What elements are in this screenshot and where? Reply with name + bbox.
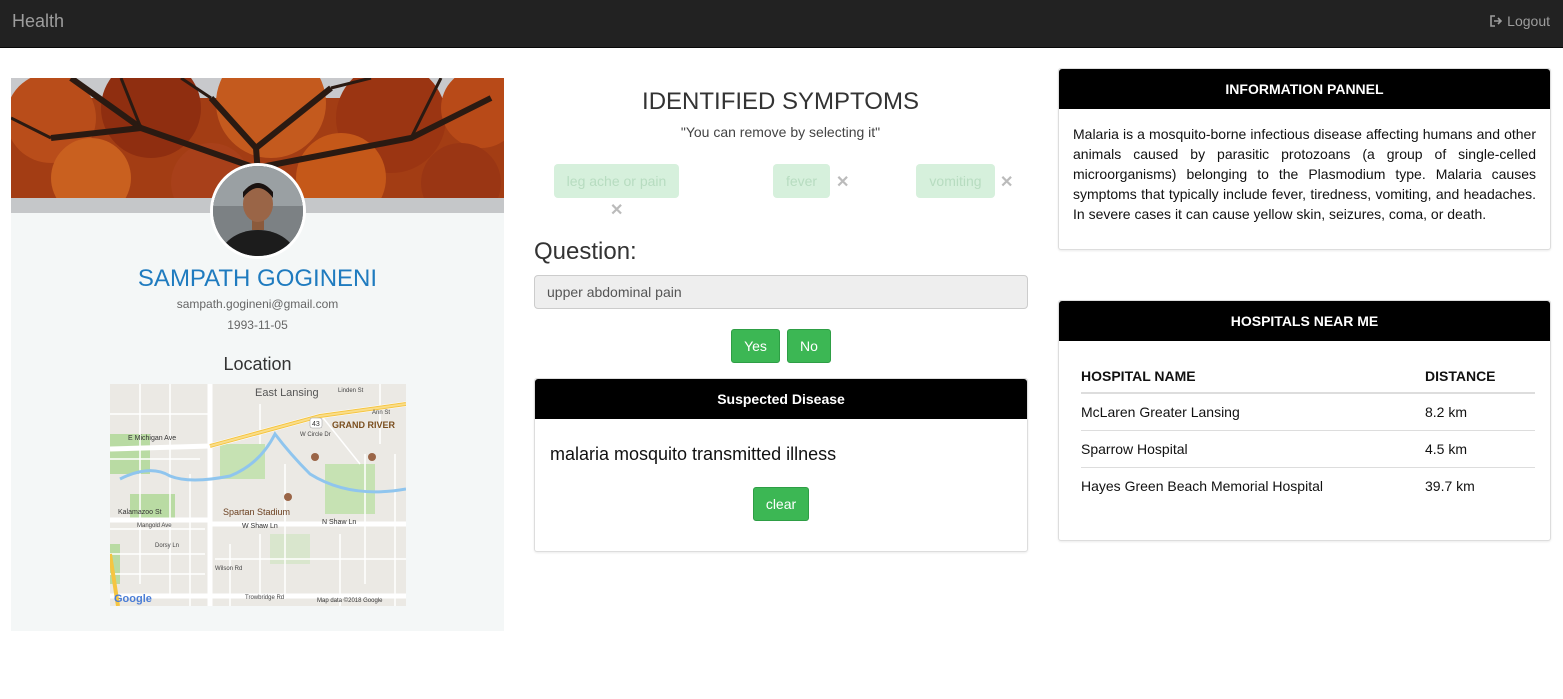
svg-text:Dorsy Ln: Dorsy Ln	[155, 543, 179, 549]
hospitals-panel: HOSPITALS NEAR ME HOSPITAL NAME DISTANCE…	[1058, 300, 1551, 541]
route-badge: 43	[312, 421, 320, 428]
close-icon[interactable]: ✕	[1000, 172, 1013, 192]
hospital-name: Hayes Green Beach Memorial Hospital	[1081, 477, 1323, 494]
svg-text:GRAND RIVER: GRAND RIVER	[332, 420, 396, 430]
profile-card: SAMPATH GOGINENI sampath.gogineni@gmail.…	[11, 78, 504, 631]
information-panel-title: INFORMATION PANNEL	[1059, 69, 1550, 109]
hospitals-table: HOSPITAL NAME DISTANCE McLaren Greater L…	[1081, 359, 1535, 504]
close-icon[interactable]: ✕	[610, 200, 623, 220]
location-title: Location	[223, 354, 292, 374]
profile-name: SAMPATH GOGINENI	[137, 265, 378, 292]
google-logo: Google	[114, 593, 152, 605]
suspected-disease-title: Suspected Disease	[535, 379, 1027, 419]
avatar	[210, 163, 306, 259]
logout-link[interactable]: Logout	[1489, 13, 1550, 29]
svg-text:N Shaw Ln: N Shaw Ln	[322, 519, 356, 526]
hospital-name: Sparrow Hospital	[1081, 430, 1425, 468]
profile-email: sampath.gogineni@gmail.com	[176, 297, 339, 311]
suspected-disease-panel: Suspected Disease malaria mosquito trans…	[534, 378, 1028, 552]
svg-text:Mangold Ave: Mangold Ave	[137, 523, 172, 529]
column-header-hospital-name: HOSPITAL NAME	[1081, 359, 1425, 394]
clear-button[interactable]: clear	[753, 487, 809, 521]
svg-text:Linden St: Linden St	[338, 388, 364, 394]
no-button[interactable]: No	[787, 329, 831, 363]
hospital-name: McLaren Greater Lansing	[1081, 393, 1425, 431]
yes-button[interactable]: Yes	[731, 329, 780, 363]
information-panel: INFORMATION PANNEL Malaria is a mosquito…	[1058, 68, 1551, 250]
symptom-chip-fever[interactable]: fever	[773, 164, 830, 198]
location-map[interactable]: East Lansing GRAND RIVER E Michigan Ave …	[110, 384, 406, 606]
svg-text:Ann St: Ann St	[372, 410, 390, 416]
brand-link[interactable]: Health	[12, 11, 64, 32]
close-icon[interactable]: ✕	[836, 172, 849, 192]
svg-text:W Circle Dr: W Circle Dr	[300, 432, 331, 438]
question-title: Question:	[534, 238, 637, 265]
hospitals-title: HOSPITALS NEAR ME	[1059, 301, 1550, 341]
svg-text:Kalamazoo St: Kalamazoo St	[118, 509, 162, 516]
svg-text:Trowbridge Rd: Trowbridge Rd	[245, 595, 284, 601]
hospital-distance: 8.2 km	[1425, 393, 1535, 431]
table-row: Hayes Green Beach Memorial Hospital 39.7…	[1081, 467, 1535, 504]
hospital-distance: 4.5 km	[1425, 430, 1535, 468]
svg-text:W Shaw Ln: W Shaw Ln	[242, 523, 278, 530]
map-label: East Lansing	[255, 387, 319, 399]
logout-label: Logout	[1507, 13, 1550, 29]
logout-icon	[1490, 15, 1503, 27]
information-text: Malaria is a mosquito-borne infectious d…	[1073, 126, 1536, 222]
profile-dob: 1993-11-05	[227, 318, 288, 332]
map-attribution: Map data ©2018 Google	[317, 597, 383, 604]
symptom-chip-vomiting[interactable]: vomiting	[916, 164, 995, 198]
symptoms-subtitle: "You can remove by selecting it"	[680, 124, 881, 140]
table-row: McLaren Greater Lansing 8.2 km	[1081, 393, 1535, 431]
symptom-chip-leg-ache[interactable]: leg ache or pain	[554, 164, 679, 198]
svg-text:E Michigan Ave: E Michigan Ave	[128, 435, 176, 442]
table-row: Sparrow Hospital 4.5 km	[1081, 430, 1535, 468]
symptoms-title: IDENTIFIED SYMPTOMS	[642, 88, 919, 115]
top-navbar: Health Logout	[0, 0, 1563, 48]
question-input[interactable]	[534, 275, 1028, 309]
suspected-disease-text: malaria mosquito transmitted illness	[550, 444, 837, 464]
column-header-distance: DISTANCE	[1425, 359, 1535, 394]
svg-text:Wilson Rd: Wilson Rd	[215, 566, 242, 572]
svg-text:Spartan Stadium: Spartan Stadium	[223, 507, 290, 517]
hospital-distance: 39.7 km	[1425, 477, 1475, 494]
